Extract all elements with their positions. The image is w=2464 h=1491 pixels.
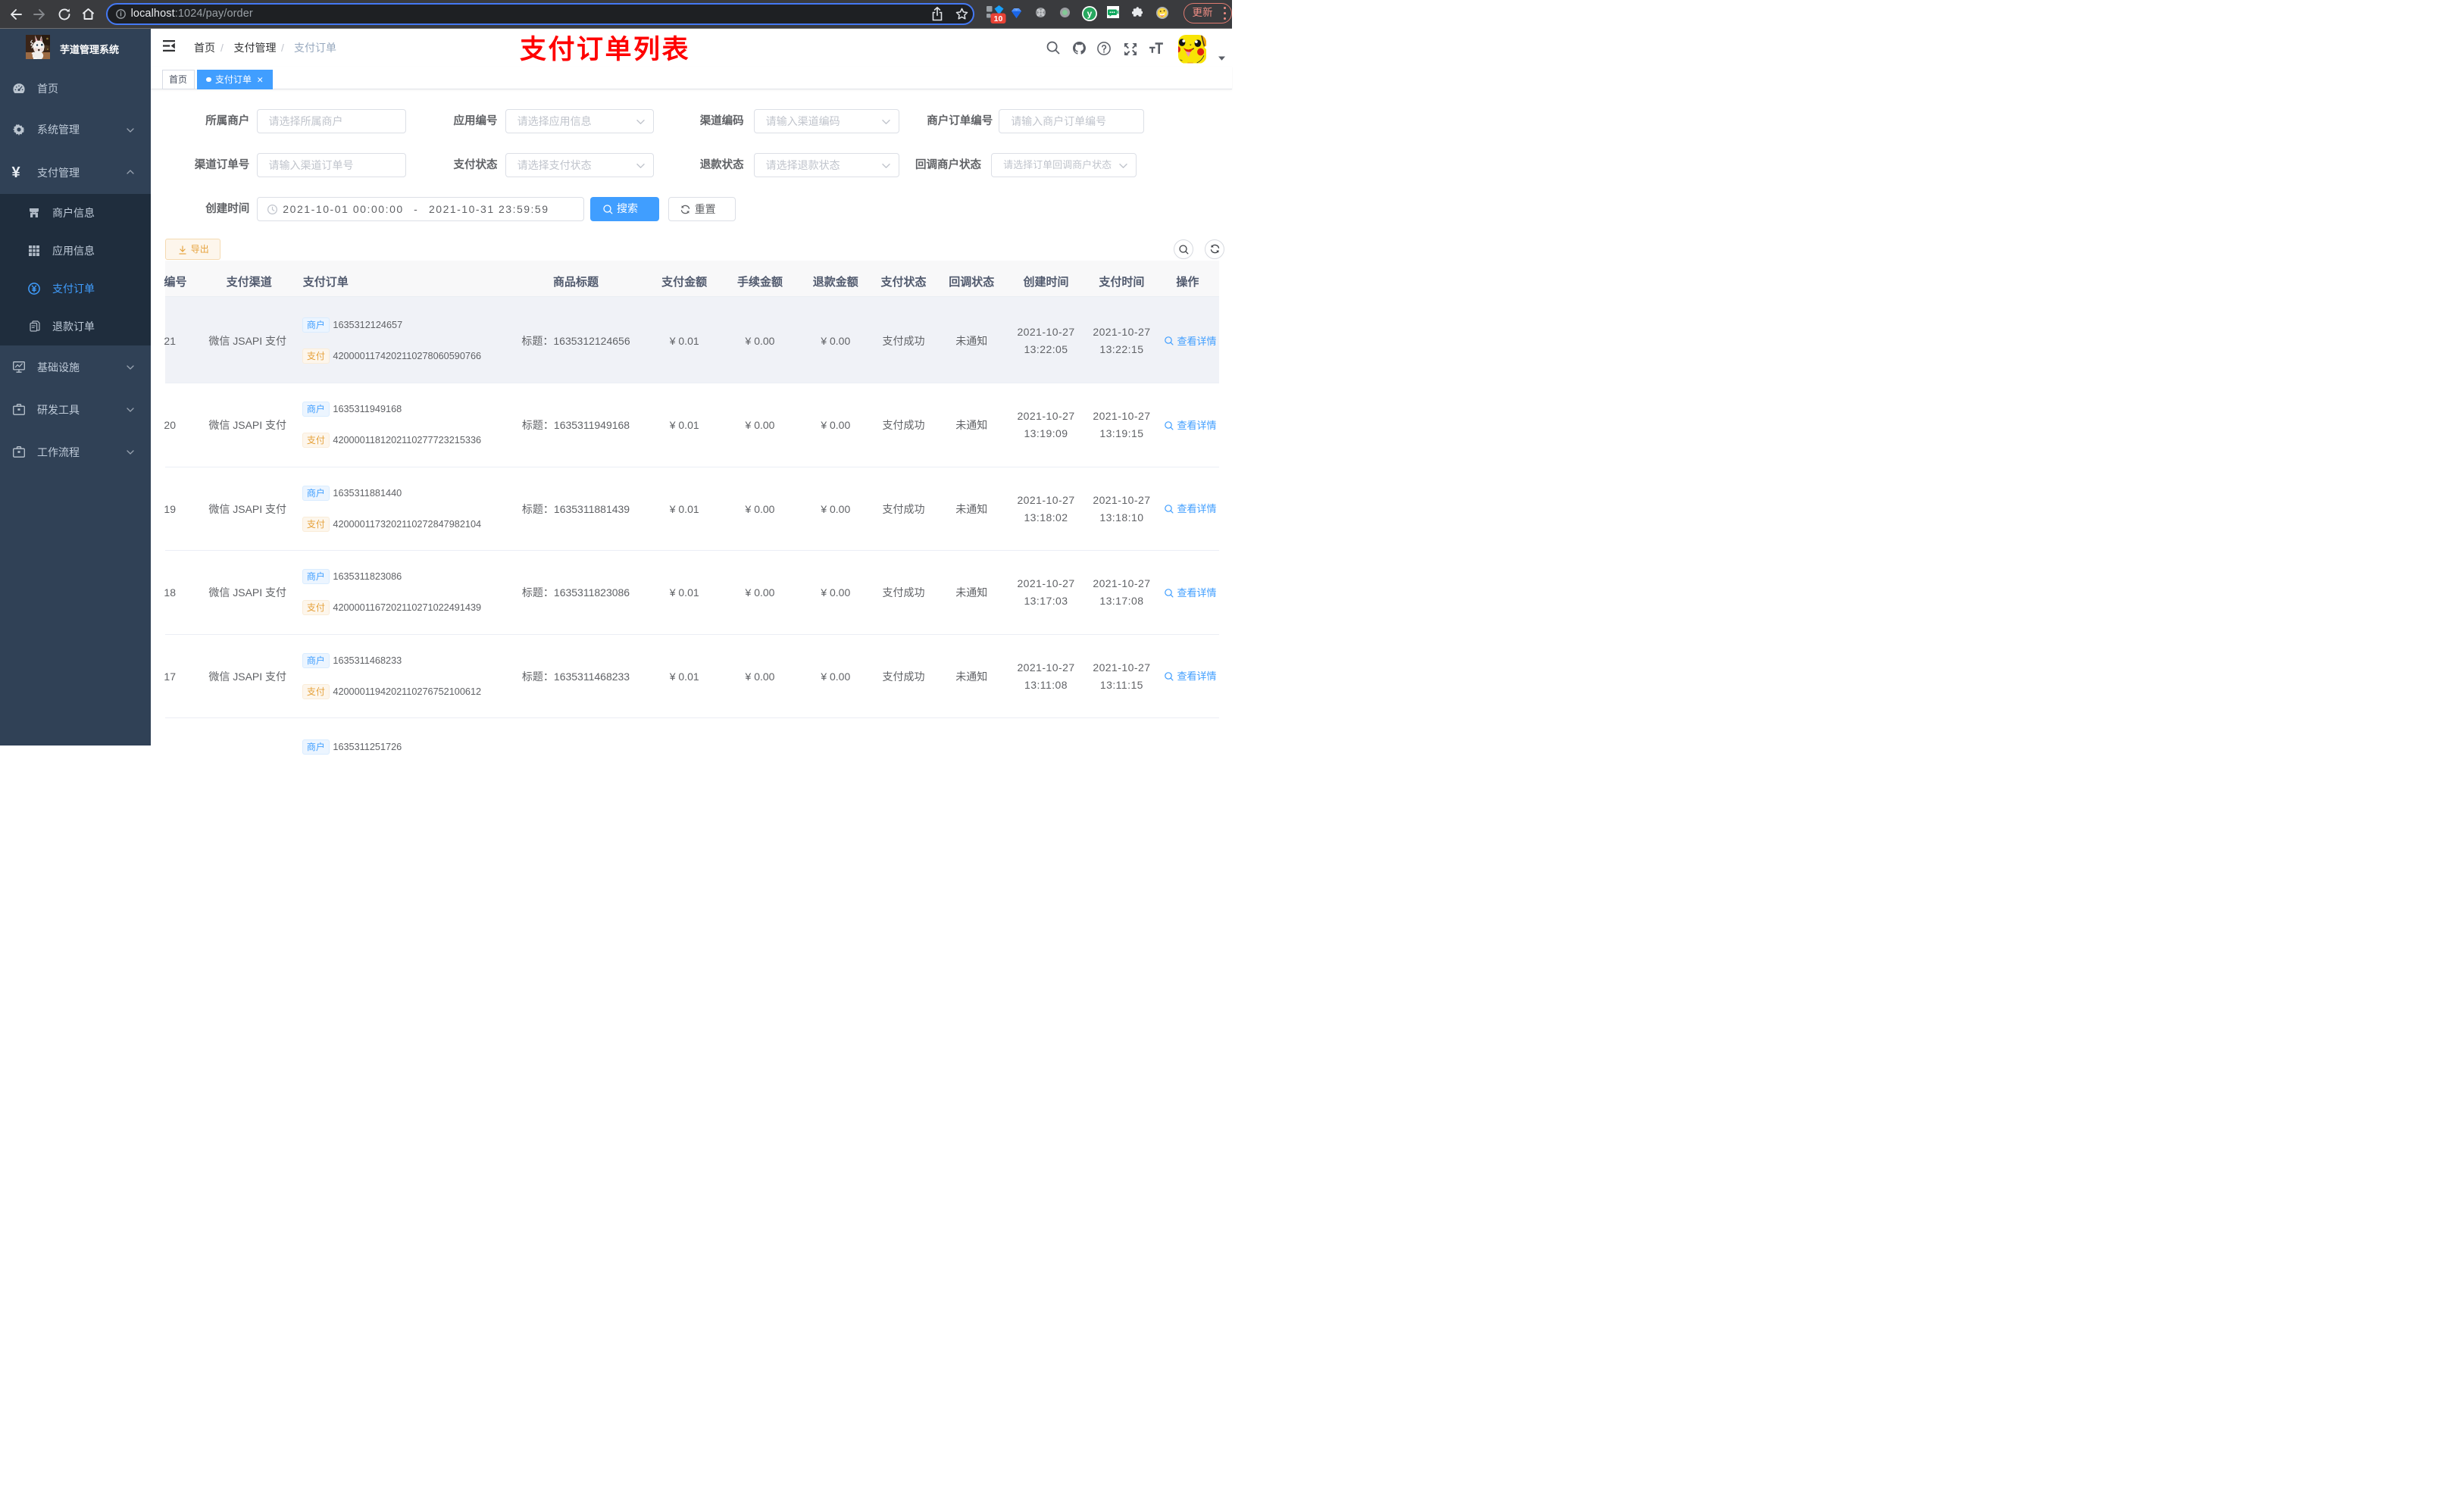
svg-text:y: y	[1087, 8, 1093, 19]
svg-text:10: 10	[993, 14, 1002, 23]
